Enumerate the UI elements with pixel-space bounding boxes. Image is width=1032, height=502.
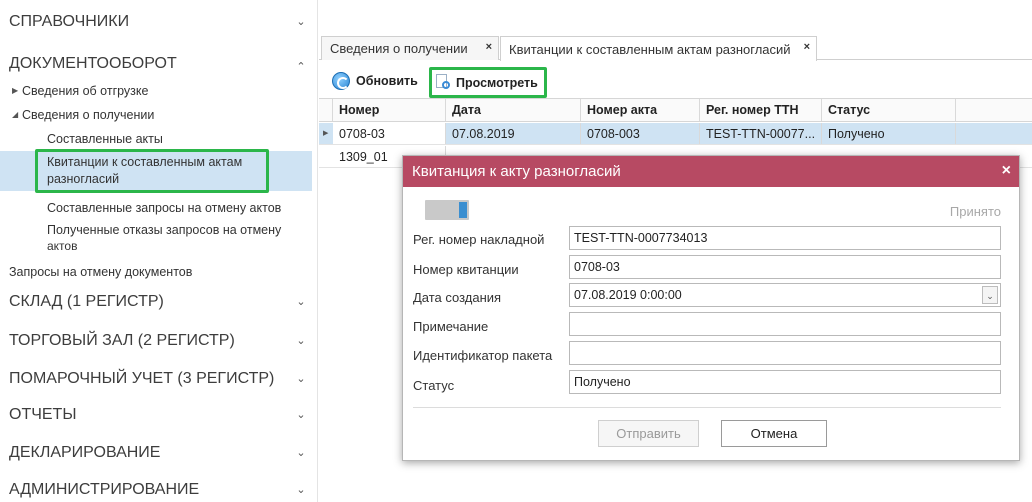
- field-label-receipt-number: Номер квитанции: [413, 262, 519, 277]
- chevron-down-icon: ⌄: [296, 484, 306, 496]
- view-button[interactable]: Просмотреть: [429, 67, 547, 98]
- column-header-reg-number[interactable]: Рег. номер ТТН: [700, 99, 822, 121]
- row-pointer-icon: ▶: [323, 130, 329, 137]
- toolbar: Обновить Просмотреть: [319, 64, 919, 98]
- tab-bar: Сведения о получении × Квитанции к соста…: [319, 36, 1032, 61]
- refresh-label: Обновить: [356, 74, 418, 88]
- sidebar-section-document-flow[interactable]: ДОКУМЕНТООБОРОТ ⌃: [0, 50, 312, 78]
- sidebar-section-brand-accounting[interactable]: ПОМАРОЧНЫЙ УЧЕТ (3 РЕГИСТР) ⌄: [0, 365, 312, 393]
- chevron-down-icon: ⌄: [296, 409, 306, 421]
- note-field[interactable]: [569, 312, 1001, 336]
- column-header-number[interactable]: Номер: [333, 99, 446, 121]
- package-id-field[interactable]: [569, 341, 1001, 365]
- sidebar-item-label: Составленные запросы на отмену актов: [47, 201, 282, 215]
- highlight-frame: [35, 149, 269, 193]
- cell-number[interactable]: 0708-03: [333, 123, 446, 144]
- tab-label: Сведения о получении: [330, 41, 468, 56]
- state-label: Принято: [949, 204, 1001, 219]
- sidebar-section-reports[interactable]: ОТЧЕТЫ ⌄: [0, 401, 312, 429]
- cancel-button[interactable]: Отмена: [721, 420, 827, 447]
- sidebar-item-shipments[interactable]: ▶ Сведения об отгрузке: [0, 80, 312, 102]
- cell-date[interactable]: 07.08.2019: [446, 123, 581, 144]
- tab-receipts-for-acts[interactable]: Квитанции к составленным актам разноглас…: [500, 36, 817, 61]
- sidebar-section-label: ДЕКЛАРИРОВАНИЕ: [9, 444, 161, 461]
- field-label-created-date: Дата создания: [413, 290, 502, 305]
- chevron-down-icon: ⌄: [296, 373, 306, 385]
- sidebar-section-label: СПРАВОЧНИКИ: [9, 13, 130, 30]
- created-date-field[interactable]: 07.08.2019 0:00:00 ⌄: [569, 283, 1001, 307]
- tab-receipts[interactable]: Сведения о получении ×: [321, 36, 499, 60]
- chevron-down-icon: ⌄: [296, 16, 306, 28]
- sidebar-item-cancel-requests[interactable]: Составленные запросы на отмену актов: [0, 197, 312, 219]
- sidebar-item-receipts[interactable]: ◢ Сведения о получении: [0, 104, 312, 126]
- status-field[interactable]: Получено: [569, 370, 1001, 394]
- sidebar-section-directories[interactable]: СПРАВОЧНИКИ ⌄: [0, 8, 312, 36]
- cell-reg-number[interactable]: TEST-TTN-00077...: [700, 123, 822, 144]
- chevron-down-icon[interactable]: ⌄: [982, 286, 998, 304]
- sidebar-section-warehouse[interactable]: СКЛАД (1 РЕГИСТР) ⌄: [0, 288, 312, 316]
- sidebar-item-label: Запросы на отмену документов: [9, 265, 193, 279]
- cell-status[interactable]: Получено: [822, 123, 956, 144]
- grid-header: Номер Дата Номер акта Рег. номер ТТН Ста…: [319, 98, 1032, 122]
- tab-label: Квитанции к составленным актам разноглас…: [509, 41, 791, 57]
- reg-number-field[interactable]: TEST-TTN-0007734013: [569, 226, 1001, 250]
- close-icon[interactable]: ×: [486, 41, 492, 53]
- column-header-status[interactable]: Статус: [822, 99, 956, 121]
- refresh-button[interactable]: Обновить: [332, 68, 418, 94]
- sidebar-section-label: СКЛАД (1 РЕГИСТР): [9, 293, 164, 310]
- dialog-title-bar[interactable]: Квитанция к акту разногласий ×: [403, 156, 1019, 187]
- sidebar-item-label-line1: Полученные отказы запросов на отмену: [47, 223, 282, 237]
- send-button[interactable]: Отправить: [598, 420, 699, 447]
- receipt-dialog: Квитанция к акту разногласий × Принято Р…: [402, 155, 1020, 461]
- receipt-number-field[interactable]: 0708-03: [569, 255, 1001, 279]
- field-label-status: Статус: [413, 378, 455, 393]
- column-header-act-number[interactable]: Номер акта: [581, 99, 700, 121]
- column-header-date[interactable]: Дата: [446, 99, 581, 121]
- sidebar-item-label: Сведения о получении: [22, 108, 155, 122]
- sidebar-section-label: ОТЧЕТЫ: [9, 406, 77, 423]
- view-label: Просмотреть: [456, 75, 538, 90]
- sidebar-section-label: АДМИНИСТРИРОВАНИЕ: [9, 481, 200, 498]
- sidebar-item-doc-cancel-requests[interactable]: Запросы на отмену документов: [0, 261, 312, 283]
- chevron-up-icon: ⌃: [296, 61, 306, 73]
- close-icon[interactable]: ×: [804, 41, 810, 53]
- toggle-knob: [459, 202, 467, 218]
- chevron-down-icon: ⌄: [296, 296, 306, 308]
- grid-header-marker: [319, 99, 333, 121]
- sidebar-item-label: Сведения об отгрузке: [22, 84, 149, 98]
- dialog-title: Квитанция к акту разногласий: [412, 163, 621, 180]
- refresh-icon: [332, 72, 350, 90]
- field-label-note: Примечание: [413, 319, 489, 334]
- cell-act-number[interactable]: 0708-003: [581, 123, 700, 144]
- sidebar-section-label: ПОМАРОЧНЫЙ УЧЕТ (3 РЕГИСТР): [9, 370, 275, 387]
- sidebar-section-administration[interactable]: АДМИНИСТРИРОВАНИЕ ⌄: [0, 476, 312, 502]
- sidebar-item-cancel-refusals[interactable]: Полученные отказы запросов на отмену акт…: [0, 219, 312, 257]
- sidebar-section-label: ДОКУМЕНТООБОРОТ: [9, 55, 177, 72]
- collapse-arrow-icon[interactable]: ◢: [12, 110, 18, 119]
- chevron-down-icon: ⌄: [296, 447, 306, 459]
- sidebar-section-declaration[interactable]: ДЕКЛАРИРОВАНИЕ ⌄: [0, 439, 312, 467]
- dialog-separator: [413, 407, 1001, 408]
- expand-arrow-icon[interactable]: ▶: [12, 86, 18, 95]
- document-view-icon: [436, 73, 452, 92]
- sidebar-item-label: Составленные акты: [47, 132, 163, 146]
- sidebar-item-label-line2: актов: [47, 239, 78, 253]
- sidebar-section-sales-floor[interactable]: ТОРГОВЫЙ ЗАЛ (2 РЕГИСТР) ⌄: [0, 327, 312, 355]
- sidebar-section-label: ТОРГОВЫЙ ЗАЛ (2 РЕГИСТР): [9, 332, 235, 349]
- state-toggle[interactable]: [425, 200, 469, 220]
- created-date-value: 07.08.2019 0:00:00: [574, 288, 682, 302]
- field-label-package-id: Идентификатор пакета: [413, 348, 553, 363]
- close-icon[interactable]: ×: [1002, 162, 1011, 180]
- table-row[interactable]: ▶ 0708-03 07.08.2019 0708-003 TEST-TTN-0…: [319, 123, 1032, 145]
- field-label-reg-number: Рег. номер накладной: [413, 232, 545, 247]
- chevron-down-icon: ⌄: [296, 335, 306, 347]
- sidebar: СПРАВОЧНИКИ ⌄ ДОКУМЕНТООБОРОТ ⌃ ▶ Сведен…: [0, 0, 318, 502]
- sidebar-item-compiled-acts[interactable]: Составленные акты: [0, 128, 312, 150]
